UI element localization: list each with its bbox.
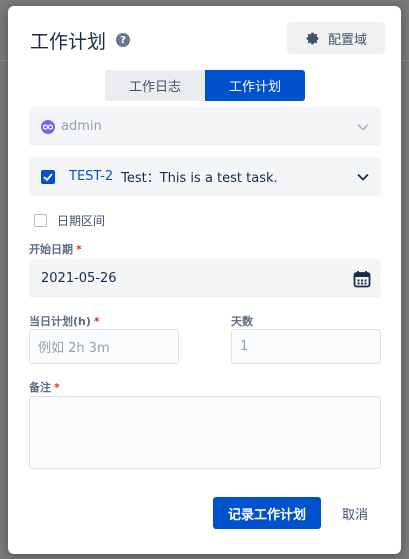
date-range-label: 日期区间 bbox=[57, 214, 106, 228]
issue-key: TEST-2 bbox=[69, 169, 114, 184]
work-plan-dialog: 工作计划 ? 配置域 工作日志 工作计划 admin TEST-2 Test：T… bbox=[8, 6, 401, 554]
issue-checkbox[interactable] bbox=[41, 169, 55, 184]
user-avatar-icon bbox=[41, 119, 55, 134]
days-placeholder: 1 bbox=[240, 339, 249, 354]
required-mark: * bbox=[93, 315, 100, 328]
date-range-option[interactable]: 日期区间 bbox=[34, 212, 105, 229]
user-select[interactable]: admin bbox=[29, 107, 381, 146]
required-mark: * bbox=[76, 243, 82, 256]
daily-plan-placeholder: 例如 2h 3m bbox=[38, 341, 110, 356]
configure-fields-button[interactable]: 配置域 bbox=[287, 22, 385, 54]
start-date-label-text: 开始日期 bbox=[29, 243, 73, 256]
daily-plan-input[interactable]: 例如 2h 3m bbox=[29, 329, 179, 364]
question-circle-icon[interactable]: ? bbox=[116, 33, 131, 47]
days-label: 天数 bbox=[231, 313, 253, 329]
remarks-label: 备注 * bbox=[29, 379, 60, 395]
user-select-value: admin bbox=[61, 119, 102, 134]
chevron-down-icon bbox=[357, 123, 369, 131]
daily-plan-label-text: 当日计划(h) bbox=[29, 315, 91, 328]
date-range-checkbox[interactable] bbox=[34, 214, 47, 227]
issue-select[interactable]: TEST-2 Test：This is a test task. bbox=[29, 157, 381, 196]
check-icon bbox=[43, 172, 53, 181]
start-date-picker[interactable]: 2021-05-26 bbox=[29, 259, 381, 298]
tab-work-log[interactable]: 工作日志 bbox=[105, 70, 205, 101]
remarks-textarea[interactable] bbox=[29, 396, 381, 469]
start-date-value: 2021-05-26 bbox=[41, 271, 117, 286]
required-mark: * bbox=[54, 381, 60, 394]
dialog-title: 工作计划 bbox=[30, 30, 107, 53]
daily-plan-label: 当日计划(h) * bbox=[29, 313, 100, 329]
tab-work-plan[interactable]: 工作计划 bbox=[205, 70, 305, 101]
configure-fields-label: 配置域 bbox=[327, 32, 367, 48]
days-label-text: 天数 bbox=[231, 315, 253, 328]
days-input[interactable]: 1 bbox=[231, 329, 381, 364]
chevron-down-icon bbox=[357, 173, 369, 181]
tab-bar: 工作日志 工作计划 bbox=[105, 70, 305, 101]
issue-summary: Test：This is a test task. bbox=[121, 171, 278, 186]
calendar-icon[interactable] bbox=[353, 270, 371, 288]
remarks-label-text: 备注 bbox=[29, 381, 51, 394]
start-date-label: 开始日期 * bbox=[29, 241, 82, 257]
title-row: 工作计划 ? bbox=[30, 26, 131, 54]
gear-icon bbox=[306, 32, 319, 44]
cancel-button[interactable]: 取消 bbox=[333, 497, 377, 529]
record-work-plan-button[interactable]: 记录工作计划 bbox=[213, 497, 321, 529]
